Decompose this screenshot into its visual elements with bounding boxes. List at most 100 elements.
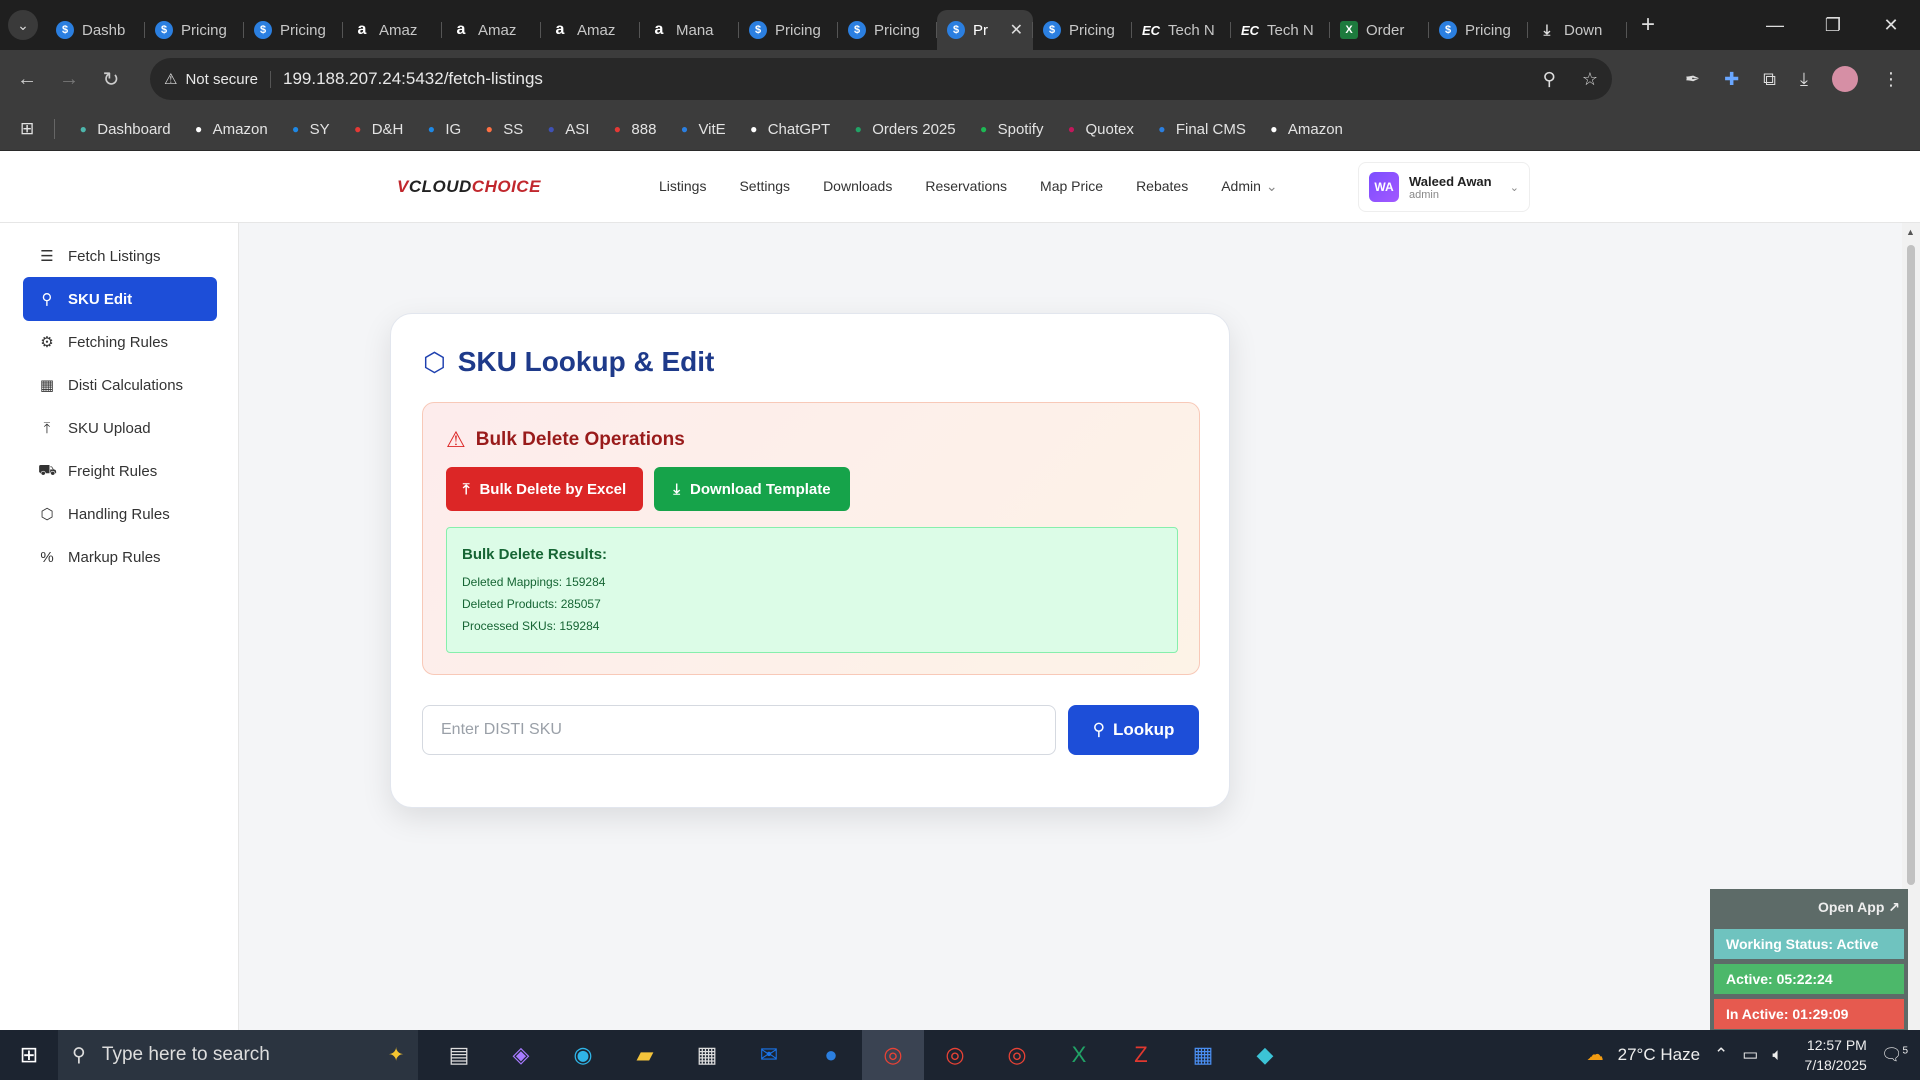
sidebar-item-sku-edit[interactable]: ⚲ SKU Edit [23, 277, 217, 321]
nav-reservations[interactable]: Reservations [925, 178, 1007, 195]
chrome-icon[interactable]: ◎ [862, 1030, 924, 1080]
taskbar-search[interactable]: ⚲ Type here to search ✦ [58, 1030, 418, 1080]
filezilla-icon[interactable]: Z [1110, 1030, 1172, 1080]
excel-icon[interactable]: X [1048, 1030, 1110, 1080]
browser-tab[interactable]: $ Pricing [838, 10, 937, 50]
lookup-button[interactable]: ⚲ Lookup [1068, 705, 1199, 755]
browser-tab[interactable]: a Amaz [343, 10, 442, 50]
extensions-puzzle-icon[interactable]: ⧉ [1763, 69, 1776, 90]
browser-tab[interactable]: ⤓ Down [1528, 10, 1627, 50]
sidebar-item-fetch-listings[interactable]: ☰ Fetch Listings [23, 234, 217, 278]
outlook-icon[interactable]: ✉ [738, 1030, 800, 1080]
bookmark-item[interactable]: ● SS [481, 121, 524, 138]
chrome-profile-2-icon[interactable]: ◎ [924, 1030, 986, 1080]
profile-avatar[interactable] [1832, 66, 1858, 92]
downloads-icon[interactable]: ⤓ [1800, 69, 1808, 90]
bookmark-item[interactable]: ● D&H [350, 121, 403, 138]
weather-text[interactable]: 27°C Haze [1618, 1045, 1700, 1065]
calendar-app-icon[interactable]: ● [800, 1030, 862, 1080]
network-icon[interactable]: ▭ [1742, 1045, 1758, 1065]
weather-icon[interactable]: ☁ [1587, 1045, 1604, 1065]
clock[interactable]: 12:57 PM 7/18/2025 [1805, 1035, 1867, 1075]
volume-icon[interactable]: 🔈︎ [1772, 1045, 1782, 1065]
tray-chevron-icon[interactable]: ⌃ [1714, 1045, 1728, 1065]
browser-tab[interactable]: EC Tech N [1231, 10, 1330, 50]
vcloudchoice-logo[interactable]: VCLOUDCHOICE [397, 177, 541, 197]
close-window-icon[interactable]: ✕ [1862, 15, 1920, 36]
url-text[interactable]: 199.188.207.24:5432/fetch-listings [283, 69, 543, 89]
bookmark-item[interactable]: ● SY [288, 121, 330, 138]
apps-grid-icon[interactable]: ⊞ [20, 119, 34, 139]
browser-tab[interactable]: $ Pricing [1033, 10, 1132, 50]
extension-feather-icon[interactable]: ✒ [1685, 69, 1700, 90]
browser-tab[interactable]: X Order [1330, 10, 1429, 50]
sidebar-item-sku-upload[interactable]: ⤒ SKU Upload [23, 406, 217, 450]
bookmark-item[interactable]: ● 888 [609, 121, 657, 138]
bulk-delete-excel-button[interactable]: ⤒ Bulk Delete by Excel [446, 467, 643, 511]
sidebar-item-disti-calculations[interactable]: ▦ Disti Calculations [23, 363, 217, 407]
bookmark-item[interactable]: ● Amazon [1266, 121, 1343, 138]
nav-admin[interactable]: Admin [1221, 178, 1261, 195]
browser-tab[interactable]: a Amaz [541, 10, 640, 50]
bookmark-star-icon[interactable]: ☆ [1582, 69, 1598, 90]
task-view-icon[interactable]: ▤ [428, 1030, 490, 1080]
dollar-favicon-icon: $ [254, 21, 272, 39]
browser-tab[interactable]: $ Pricing [244, 10, 343, 50]
sidebar-item-handling-rules[interactable]: ⬡ Handling Rules [23, 492, 217, 536]
browser-tab[interactable]: $ Dashb [46, 10, 145, 50]
notifications-icon[interactable]: 🗨︎5 [1881, 1045, 1908, 1065]
scrollbar-thumb[interactable] [1907, 245, 1915, 885]
chrome-profile-3-icon[interactable]: ◎ [986, 1030, 1048, 1080]
browser-tab[interactable]: EC Tech N [1132, 10, 1231, 50]
open-app-link[interactable]: Open App ↗ [1818, 899, 1900, 916]
restore-icon[interactable]: ❐ [1804, 15, 1862, 36]
reload-icon[interactable]: ↻ [90, 67, 132, 92]
nav-rebates[interactable]: Rebates [1136, 178, 1188, 195]
sidebar-item-freight-rules[interactable]: ⛟ Freight Rules [23, 449, 217, 493]
extension-blue-icon[interactable]: ✚ [1724, 69, 1739, 90]
bookmark-item[interactable]: ● Final CMS [1154, 121, 1246, 138]
user-menu[interactable]: WA Waleed Awan admin ⌄ [1358, 162, 1530, 212]
app-diamond-icon[interactable]: ◆ [1234, 1030, 1296, 1080]
calculator-icon[interactable]: ▦ [1172, 1030, 1234, 1080]
security-label[interactable]: Not secure [185, 70, 271, 88]
bookmark-item[interactable]: ● Orders 2025 [850, 121, 956, 138]
nav-settings[interactable]: Settings [739, 178, 790, 195]
back-icon[interactable]: ← [6, 68, 48, 91]
copilot-icon[interactable]: ◈ [490, 1030, 552, 1080]
bookmark-item[interactable]: ● ASI [543, 121, 590, 138]
forward-icon[interactable]: → [48, 68, 90, 91]
browser-tab[interactable]: $ Pricing [1429, 10, 1528, 50]
new-tab-button[interactable]: + [1641, 11, 1655, 39]
nav-listings[interactable]: Listings [659, 178, 706, 195]
close-tab-icon[interactable]: ✕ [1010, 20, 1023, 40]
browser-tab[interactable]: a Mana [640, 10, 739, 50]
sidebar-item-fetching-rules[interactable]: ⚙ Fetching Rules [23, 320, 217, 364]
download-template-button[interactable]: ⤓ Download Template [654, 467, 850, 511]
store-icon[interactable]: ▦ [676, 1030, 738, 1080]
nav-map-price[interactable]: Map Price [1040, 178, 1103, 195]
bookmark-item[interactable]: ● Spotify [976, 121, 1043, 138]
edge-icon[interactable]: ◉ [552, 1030, 614, 1080]
bookmark-item[interactable]: ● VitE [676, 121, 726, 138]
scroll-up-icon[interactable]: ▲ [1906, 227, 1915, 237]
browser-tab[interactable]: $ Pr ✕ [937, 10, 1033, 50]
nav-downloads[interactable]: Downloads [823, 178, 892, 195]
browser-tab[interactable]: $ Pricing [739, 10, 838, 50]
disti-sku-input[interactable] [422, 705, 1056, 755]
minimize-icon[interactable]: — [1746, 15, 1804, 36]
bookmark-item[interactable]: ● IG [423, 121, 461, 138]
browser-tab[interactable]: $ Pricing [145, 10, 244, 50]
tab-search-button[interactable]: ⌄ [8, 10, 38, 40]
bookmark-item[interactable]: ● Quotex [1063, 121, 1134, 138]
bookmark-item[interactable]: ● Amazon [191, 121, 268, 138]
sidebar-item-markup-rules[interactable]: % Markup Rules [23, 535, 217, 579]
file-explorer-icon[interactable]: ▰ [614, 1030, 676, 1080]
bookmark-item[interactable]: ● ChatGPT [746, 121, 830, 138]
menu-kebab-icon[interactable]: ⋮ [1882, 69, 1900, 90]
zoom-icon[interactable]: ⚲ [1543, 69, 1556, 90]
browser-tab[interactable]: a Amaz [442, 10, 541, 50]
bookmark-item[interactable]: ● Dashboard [75, 121, 171, 138]
windows-start-icon[interactable]: ⊞ [0, 1042, 58, 1068]
address-bar[interactable]: ⚠ Not secure 199.188.207.24:5432/fetch-l… [150, 58, 1612, 100]
